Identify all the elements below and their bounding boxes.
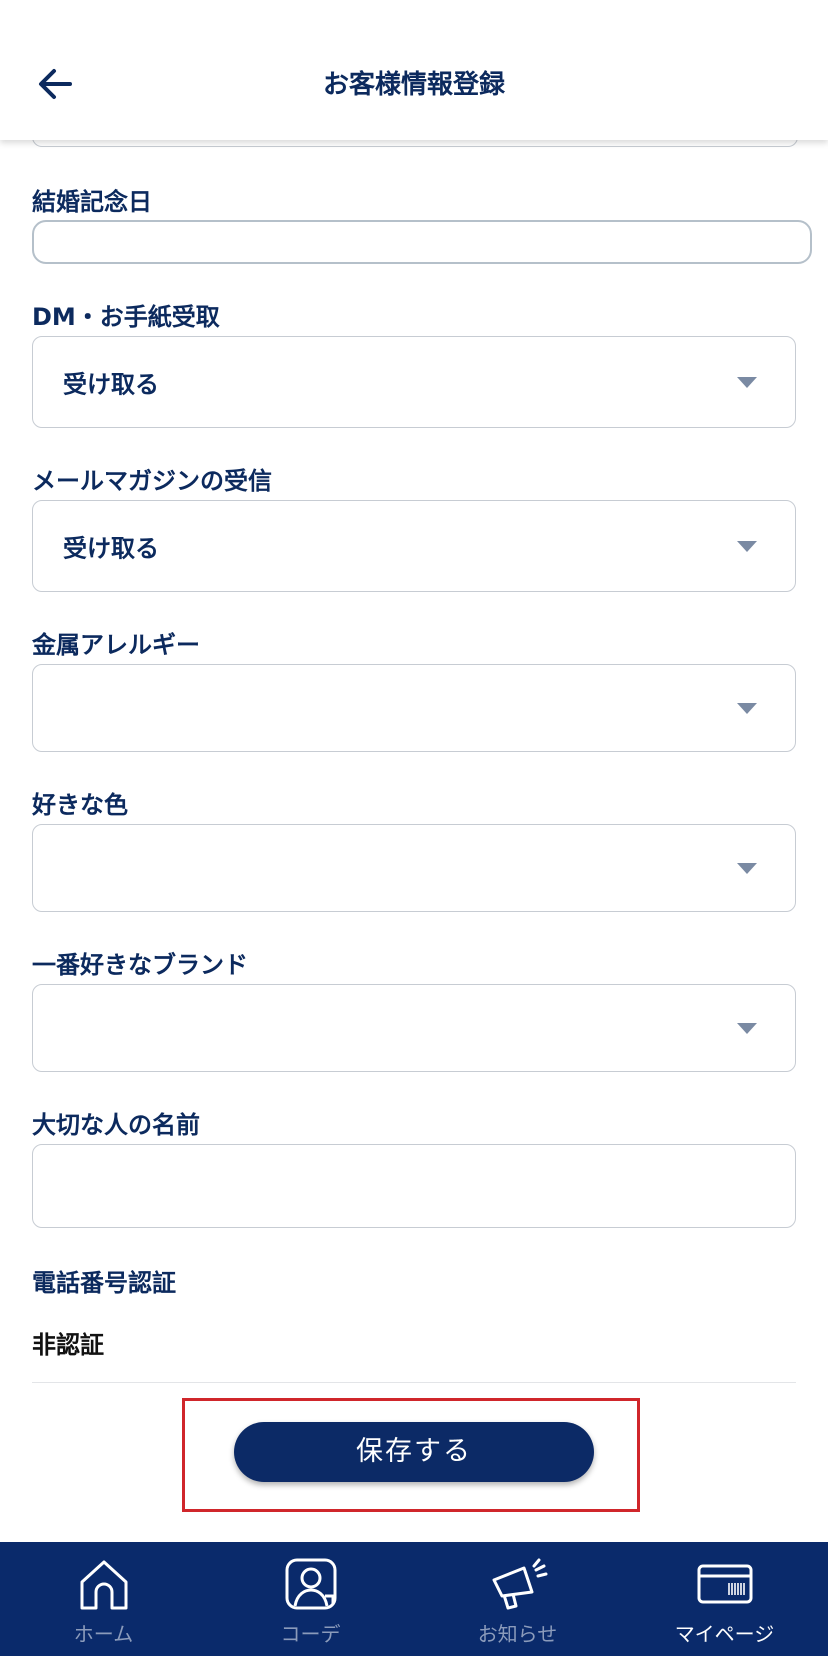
favorite-color-select[interactable] (32, 824, 796, 912)
favorite-color-label: 好きな色 (32, 791, 128, 819)
dropdown-caret-icon (737, 541, 757, 552)
dm-select[interactable]: 受け取る (32, 336, 796, 428)
divider (32, 1382, 796, 1383)
anniversary-label: 結婚記念日 (32, 188, 152, 216)
anniversary-input[interactable] (32, 220, 812, 264)
dm-select-value: 受け取る (63, 370, 159, 399)
phone-auth-status: 非認証 (32, 1331, 104, 1359)
important-person-label: 大切な人の名前 (32, 1111, 200, 1139)
megaphone-icon (492, 1558, 547, 1610)
tab-mypage[interactable]: マイページ (621, 1542, 828, 1656)
dm-label: DM・お手紙受取 (32, 303, 220, 331)
home-icon (80, 1560, 127, 1610)
phone-auth-label: 電話番号認証 (32, 1269, 176, 1297)
tab-coordinate[interactable]: コーデ (207, 1542, 414, 1656)
tab-news[interactable]: お知らせ (414, 1542, 621, 1656)
mail-magazine-select[interactable]: 受け取る (32, 500, 796, 592)
dropdown-caret-icon (737, 863, 757, 874)
app-header: お客様情報登録 (0, 0, 828, 140)
dropdown-caret-icon (737, 1023, 757, 1034)
tab-news-label: お知らせ (477, 1622, 558, 1646)
person-card-icon (285, 1558, 336, 1610)
tab-home[interactable]: ホーム (0, 1542, 207, 1656)
tab-mypage-label: マイページ (674, 1622, 775, 1646)
dropdown-caret-icon (737, 377, 757, 388)
dropdown-caret-icon (737, 703, 757, 714)
tab-home-label: ホーム (73, 1622, 134, 1646)
favorite-brand-label: 一番好きなブランド (32, 951, 248, 979)
tab-coordinate-label: コーデ (280, 1622, 341, 1646)
important-person-input[interactable] (32, 1144, 796, 1228)
metal-allergy-label: 金属アレルギー (32, 631, 200, 659)
page-title: お客様情報登録 (322, 70, 505, 100)
favorite-brand-select[interactable] (32, 984, 796, 1072)
save-button[interactable]: 保存する (234, 1422, 594, 1482)
mail-magazine-select-value: 受け取る (63, 534, 159, 563)
card-icon (697, 1564, 752, 1604)
mail-magazine-label: メールマガジンの受信 (32, 467, 272, 495)
bottom-tab-bar: ホーム コーデ お知らせ マイページ (0, 1542, 828, 1656)
metal-allergy-select[interactable] (32, 664, 796, 752)
